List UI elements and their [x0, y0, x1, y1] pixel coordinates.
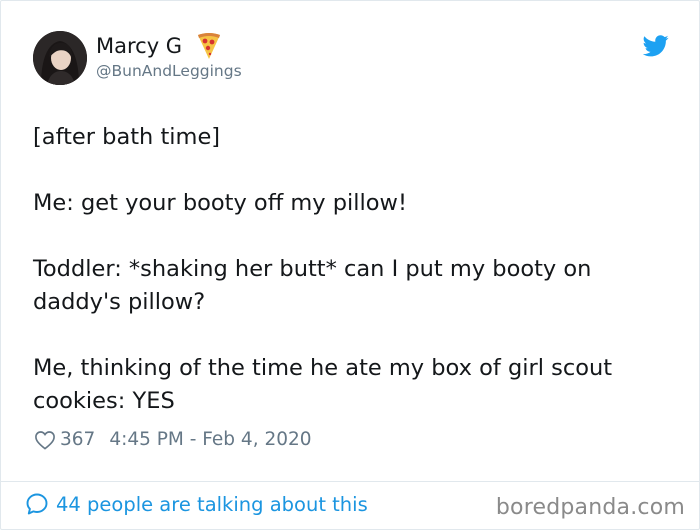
twitter-bird-icon[interactable] [643, 35, 669, 57]
like-count: 367 [60, 429, 96, 450]
tweet-text: [after bath time] Me: get your booty off… [33, 121, 673, 418]
tweet-card: Marcy G @BunAndLeggings [after bath time… [0, 0, 700, 530]
tweet-paragraph: Toddler: *shaking her butt* can I put my… [33, 256, 592, 315]
pizza-icon [198, 33, 220, 59]
tweet-paragraph: Me, thinking of the time he ate my box o… [33, 355, 613, 414]
watermark: boredpanda.com [495, 495, 685, 520]
avatar[interactable] [33, 31, 87, 85]
speech-bubble-icon [26, 493, 48, 515]
heart-icon[interactable] [34, 430, 56, 450]
tweet-header: Marcy G @BunAndLeggings [33, 31, 673, 91]
divider [1, 481, 699, 482]
tweet-timestamp[interactable]: 4:45 PM - Feb 4, 2020 [109, 429, 311, 450]
conversation-label[interactable]: 44 people are talking about this [56, 493, 368, 516]
tweet-meta: 367 4:45 PM - Feb 4, 2020 [34, 429, 312, 450]
tweet-footer: 44 people are talking about this boredpa… [25, 492, 687, 524]
conversation-link[interactable]: 44 people are talking about this [25, 492, 368, 516]
tweet-paragraph: Me: get your booty off my pillow! [33, 190, 407, 216]
user-handle[interactable]: @BunAndLeggings [96, 62, 242, 80]
display-name[interactable]: Marcy G [96, 34, 182, 58]
tweet-paragraph: [after bath time] [33, 124, 221, 150]
